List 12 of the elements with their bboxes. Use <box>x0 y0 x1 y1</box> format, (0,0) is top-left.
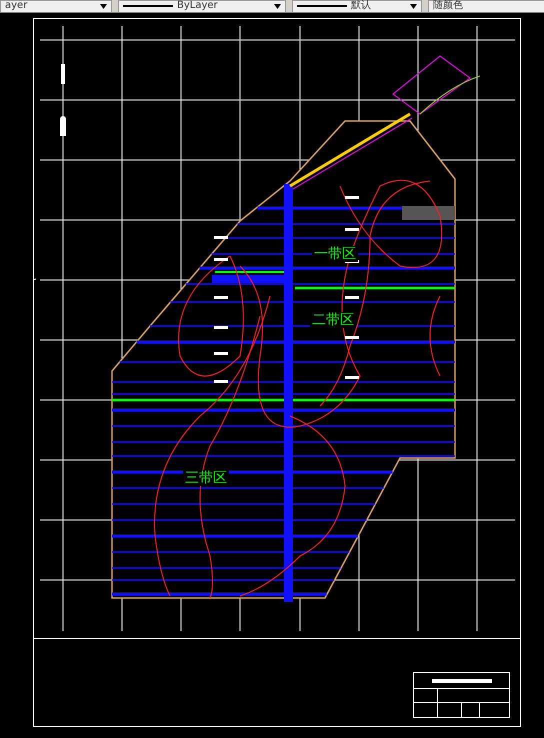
caret-icon <box>410 4 417 8</box>
zone-label: 二带区 <box>310 312 356 328</box>
linetype-swatch-icon <box>123 5 173 7</box>
caret-icon <box>100 4 107 8</box>
north-arrow-icon <box>58 64 68 136</box>
property-dropdown[interactable]: ayer <box>0 0 112 12</box>
linetype-swatch-icon <box>297 5 347 7</box>
property-dropdown[interactable]: ByLayer <box>118 0 286 12</box>
zone-label: 一带区 <box>312 246 358 262</box>
caret-icon <box>274 4 281 8</box>
property-dropdown[interactable]: 默认 <box>292 0 422 12</box>
zone-label: 三带区 <box>183 470 229 486</box>
